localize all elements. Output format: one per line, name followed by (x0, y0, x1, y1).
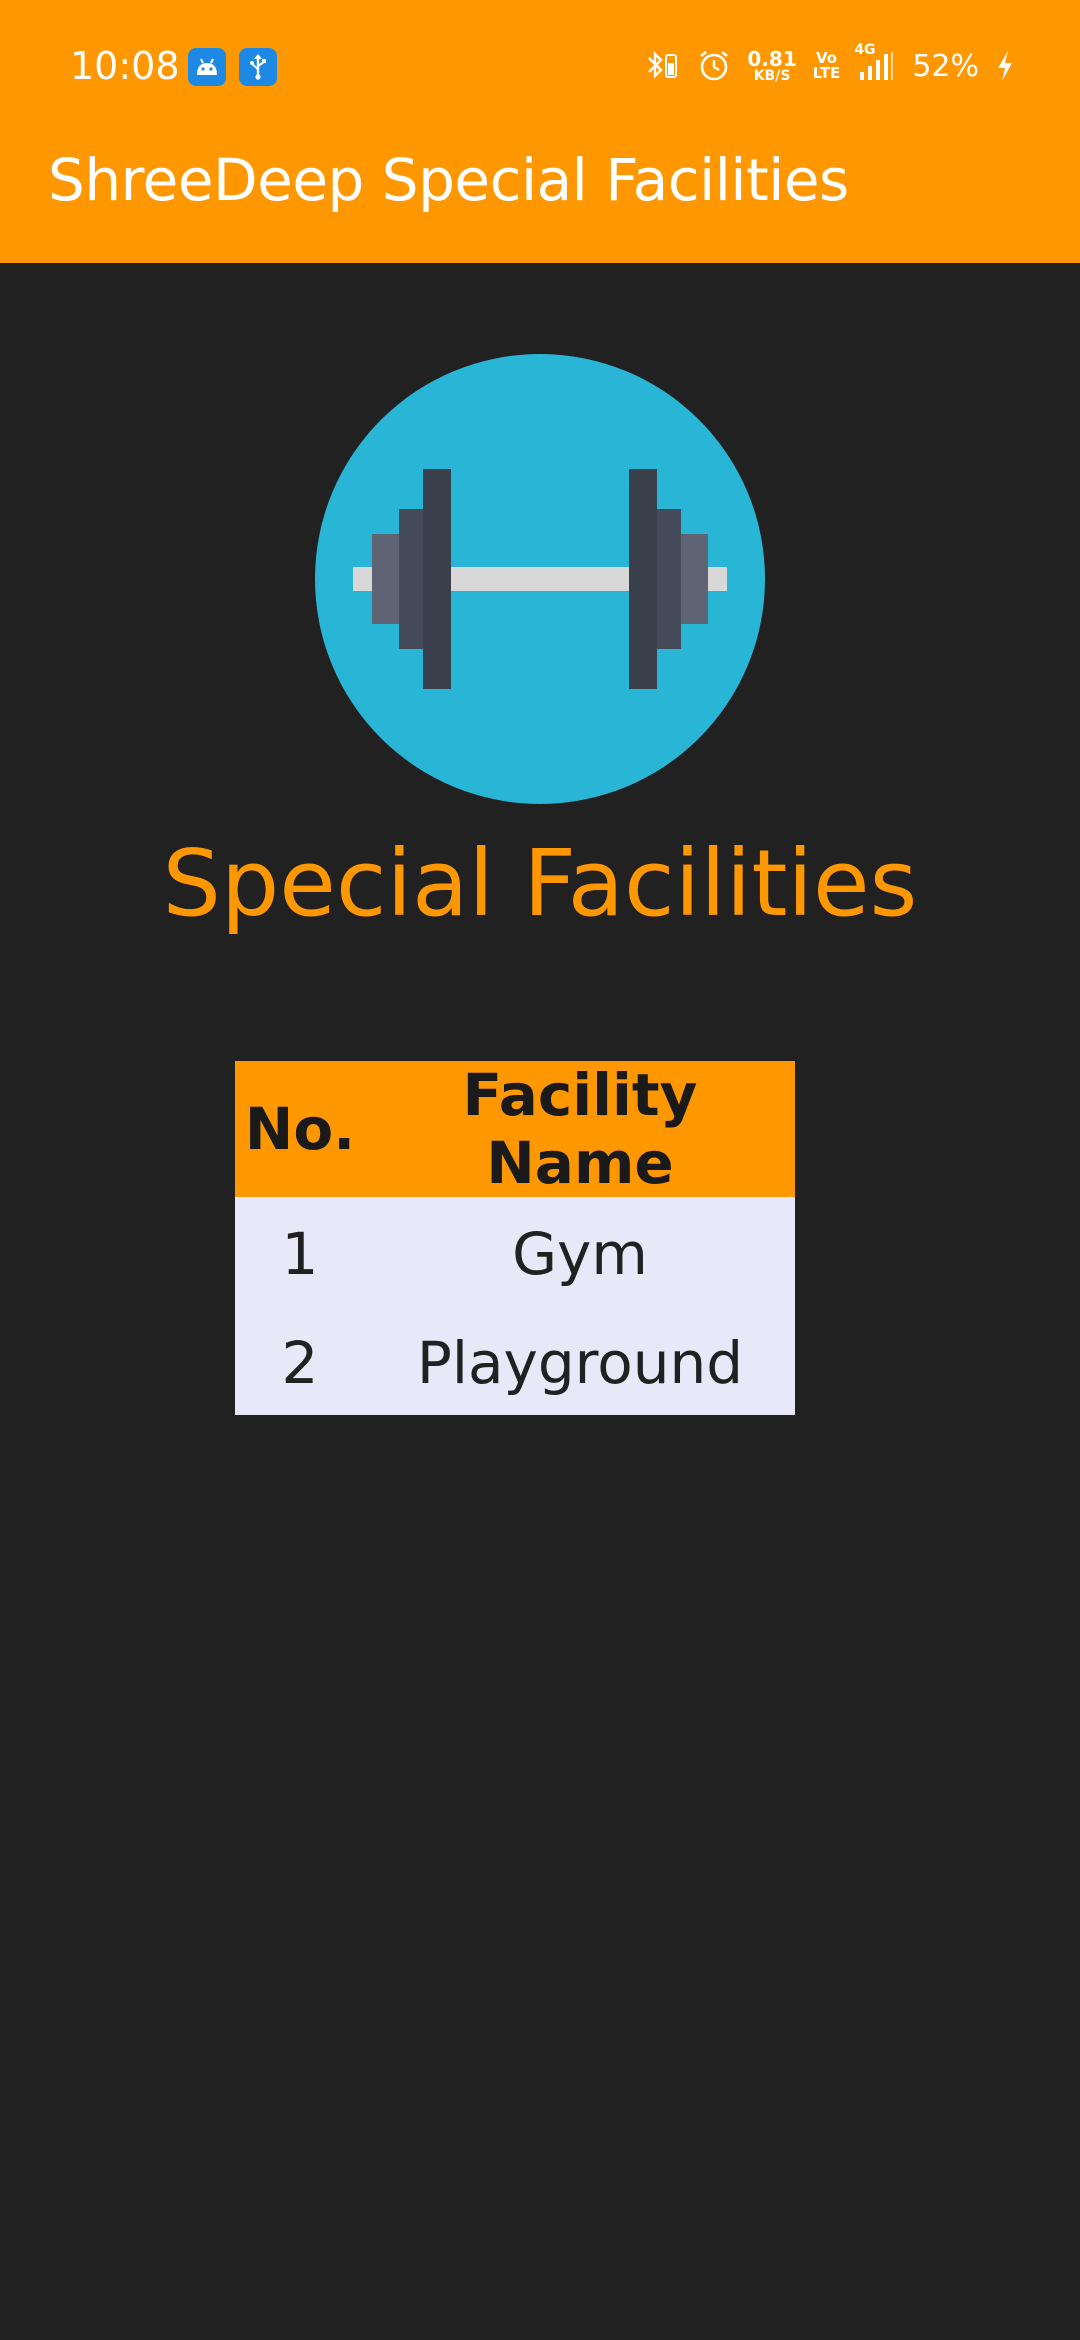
network-speed-value: 0.81 (747, 47, 797, 71)
status-icons: 0.81 KB/S Vo LTE 4G 52% (645, 42, 1015, 88)
network-speed-unit: KB/S (753, 68, 791, 84)
header-facility-name: Facility Name (365, 1061, 795, 1197)
app-title: ShreeDeep Special Facilities (48, 146, 849, 214)
android-notification-icon (188, 48, 226, 86)
battery-percent: 52% (912, 48, 979, 84)
usb-notification-icon (239, 48, 277, 86)
alarm-icon (697, 49, 731, 83)
status-time: 10:08 (70, 44, 180, 88)
app-header: 10:08 0.81 KB/S Vo LTE 4G 52% ShreeDeep … (0, 0, 1080, 263)
facility-name: Gym (365, 1197, 795, 1311)
volte-indicator: Vo LTE (813, 51, 841, 81)
bluetooth-icon (645, 49, 681, 83)
dumbbell-icon (315, 354, 765, 804)
status-bar: 10:08 0.81 KB/S Vo LTE 4G 52% (0, 0, 1080, 132)
row-number: 1 (235, 1197, 365, 1311)
table-header-row: No. Facility Name (235, 1061, 795, 1197)
network-speed: 0.81 KB/S (747, 49, 796, 83)
charging-icon (995, 49, 1015, 83)
facility-table: No. Facility Name 1 Gym 2 Playground (235, 1061, 795, 1415)
network-type: 4G (854, 42, 876, 58)
table-row: 1 Gym (235, 1197, 795, 1311)
row-number: 2 (235, 1311, 365, 1415)
signal-icon: 4G (854, 42, 896, 84)
section-title: Special Facilities (162, 830, 918, 937)
header-no: No. (235, 1061, 365, 1197)
volte-bottom: LTE (812, 64, 841, 82)
facility-name: Playground (365, 1311, 795, 1415)
table-row: 2 Playground (235, 1311, 795, 1415)
